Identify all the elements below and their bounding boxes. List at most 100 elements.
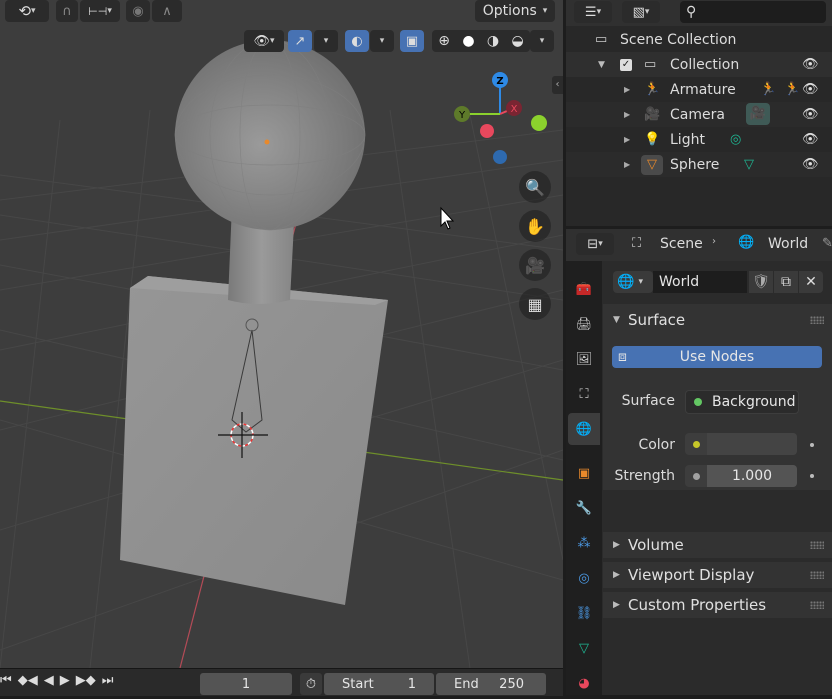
snap-target-dropdown[interactable]: ⊢⊣ ▾ [80, 0, 120, 22]
custom-properties-panel-header[interactable]: ▶ Custom Properties [603, 591, 832, 619]
jump-keyframe-back-icon[interactable]: ◆◀ [18, 673, 38, 688]
duplicate-world-button[interactable]: ⧉ [774, 271, 798, 293]
shading-dropdown[interactable]: ▾ [530, 30, 554, 52]
tab-tool[interactable]: 🧰 [568, 273, 600, 305]
properties-editor: ⊟ ▾ ⛶ Scene › 🌐 World ✎ 🧰 🖨 🖼 ⛶ 🌐 ▣ 🔧 ⁂ ◎… [566, 229, 832, 695]
tab-object[interactable]: ▣ [568, 457, 600, 489]
visibility-eye-icon[interactable]: 👁 [802, 57, 819, 72]
proportional-falloff-dropdown[interactable]: ∧ [152, 0, 182, 22]
strength-field[interactable]: 1.000 [685, 465, 797, 487]
tab-particles[interactable]: ⁂ [568, 527, 600, 559]
drag-grip-icon[interactable] [810, 601, 824, 609]
visibility-eye-icon[interactable]: 👁 [802, 107, 819, 122]
box-mesh[interactable] [120, 276, 388, 605]
breadcrumb-world[interactable]: World [768, 236, 808, 252]
tab-scene[interactable]: ⛶ [568, 378, 600, 410]
use-nodes-button[interactable]: ⧈ Use Nodes [612, 346, 822, 368]
tab-modifiers[interactable]: 🔧 [568, 492, 600, 524]
pose-icon[interactable]: 🏃 [784, 82, 800, 97]
sidebar-toggle[interactable]: ‹ [552, 76, 563, 94]
editor-type-dropdown[interactable]: ☰ ▾ [574, 1, 612, 23]
pin-icon[interactable]: ✎ [822, 236, 832, 251]
jump-start-icon[interactable]: ⏮ [0, 673, 12, 688]
outliner-item-armature[interactable]: ▶ 🏃 Armature 🏃 🏃 👁 [566, 77, 832, 102]
visibility-selectability-dropdown[interactable]: 👁 ▾ [244, 30, 284, 52]
expand-chevron-icon[interactable]: ▶ [624, 135, 630, 144]
options-dropdown[interactable]: Options ▾ [475, 0, 555, 22]
proportional-editing-toggle[interactable]: ◉ [126, 0, 150, 22]
zoom-button[interactable]: 🔍 [519, 171, 551, 203]
volume-panel-header[interactable]: ▶ Volume [603, 531, 832, 559]
solid-shading-icon[interactable]: ● [462, 33, 474, 49]
rendered-shading-icon[interactable]: ◒ [512, 33, 524, 49]
material-shading-icon[interactable]: ◑ [487, 33, 499, 49]
display-mode-dropdown[interactable]: ▧ ▾ [622, 1, 660, 23]
current-frame-field[interactable]: 1 [200, 673, 292, 695]
tab-data[interactable]: ▽ [568, 632, 600, 664]
expand-chevron-icon[interactable]: ▼ [598, 60, 605, 70]
expand-chevron-icon[interactable]: ▶ [624, 110, 630, 119]
light-data-icon[interactable]: ◎ [730, 132, 741, 147]
visibility-eye-icon[interactable]: 👁 [802, 157, 819, 172]
jump-end-icon[interactable]: ⏭ [102, 673, 114, 688]
tab-material[interactable]: ◕ [568, 667, 600, 699]
keyframe-dot-icon[interactable] [810, 443, 814, 447]
collection-row[interactable]: ▼ ✓ ▭ Collection 👁 [566, 52, 832, 77]
tab-world[interactable]: 🌐 [568, 413, 600, 445]
outliner-search-input[interactable]: ⚲ [680, 1, 826, 23]
outliner-item-camera[interactable]: ▶ 🎥 Camera 🎥 👁 [566, 102, 832, 127]
perspective-toggle-button[interactable]: ▦ [519, 288, 551, 320]
jump-keyframe-forward-icon[interactable]: ▶◆ [76, 673, 96, 688]
tab-output[interactable]: 🖼 [568, 343, 600, 375]
preview-range-toggle[interactable]: ⏱ [300, 673, 322, 695]
overlays-dropdown[interactable]: ▾ [370, 30, 394, 52]
breadcrumb-scene[interactable]: Scene [660, 236, 703, 252]
outliner-item-light[interactable]: ▶ 💡 Light ◎ 👁 [566, 127, 832, 152]
gizmos-dropdown[interactable]: ▾ [314, 30, 338, 52]
tab-physics[interactable]: ◎ [568, 562, 600, 594]
xray-toggle[interactable]: ▣ [400, 30, 424, 52]
include-checkbox[interactable]: ✓ [620, 58, 632, 71]
shading-mode-group[interactable]: ⊕ ● ◑ ◒ [432, 30, 530, 52]
surface-shader-selector[interactable]: Background [685, 390, 799, 414]
start-frame-field[interactable]: Start 1 [324, 673, 434, 695]
world-browse-dropdown[interactable]: 🌐 ▾ [613, 271, 653, 293]
drag-grip-icon[interactable] [810, 316, 824, 324]
keyframe-dot-icon[interactable] [810, 474, 814, 478]
tab-constraints[interactable]: ⛓ [568, 597, 600, 629]
sphere-mesh[interactable] [175, 40, 365, 230]
outliner-item-sphere[interactable]: ▶ ▽ Sphere ▽ 👁 [566, 152, 832, 177]
camera-view-button[interactable]: 🎥 [519, 249, 551, 281]
object-interaction-mode[interactable]: ⟲ ▾ [5, 0, 49, 22]
wireframe-shading-icon[interactable]: ⊕ [438, 33, 450, 49]
snap-toggle[interactable]: ∩ [56, 0, 78, 22]
scene-collection-row[interactable]: ▭ Scene Collection [566, 27, 832, 52]
3d-viewport[interactable]: Z X Y ⟲ ▾ ∩ ⊢⊣ ▾ ◉ ∧ Options ▾ 👁 ▾ ↗ ▾ ◐ ▾ [0, 0, 563, 668]
color-field[interactable] [685, 433, 797, 455]
viewport-display-panel-header[interactable]: ▶ Viewport Display [603, 561, 832, 589]
pan-button[interactable]: ✋ [519, 210, 551, 242]
unlink-world-button[interactable]: ✕ [799, 271, 823, 293]
visibility-eye-icon[interactable]: 👁 [802, 132, 819, 147]
drag-grip-icon[interactable] [810, 541, 824, 549]
expand-chevron-icon[interactable]: ▶ [624, 85, 630, 94]
end-frame-field[interactable]: End 250 [436, 673, 546, 695]
camera-data-icon[interactable]: 🎥 [746, 103, 770, 125]
overlays-toggle[interactable]: ◐ [345, 30, 369, 52]
play-icon[interactable]: ▶ [60, 673, 70, 688]
visibility-eye-icon[interactable]: 👁 [802, 82, 819, 97]
strength-slider[interactable]: 1.000 [707, 465, 797, 487]
expand-chevron-icon[interactable]: ▶ [624, 160, 630, 169]
navigation-gizmo[interactable]: Z X Y [446, 66, 550, 166]
color-swatch[interactable] [707, 433, 797, 455]
fake-user-button[interactable]: 🛡 [749, 271, 773, 293]
drag-grip-icon[interactable] [810, 571, 824, 579]
surface-panel-header[interactable]: ▼ Surface [603, 306, 832, 334]
armature-data-icon[interactable]: 🏃 [760, 82, 776, 97]
mesh-data-icon[interactable]: ▽ [744, 157, 754, 172]
gizmos-toggle[interactable]: ↗ [288, 30, 312, 52]
play-reverse-icon[interactable]: ◀ [44, 673, 54, 688]
tab-render[interactable]: 🖨 [568, 308, 600, 340]
world-name-field[interactable]: World [653, 271, 747, 293]
properties-editor-type-dropdown[interactable]: ⊟ ▾ [576, 233, 614, 255]
